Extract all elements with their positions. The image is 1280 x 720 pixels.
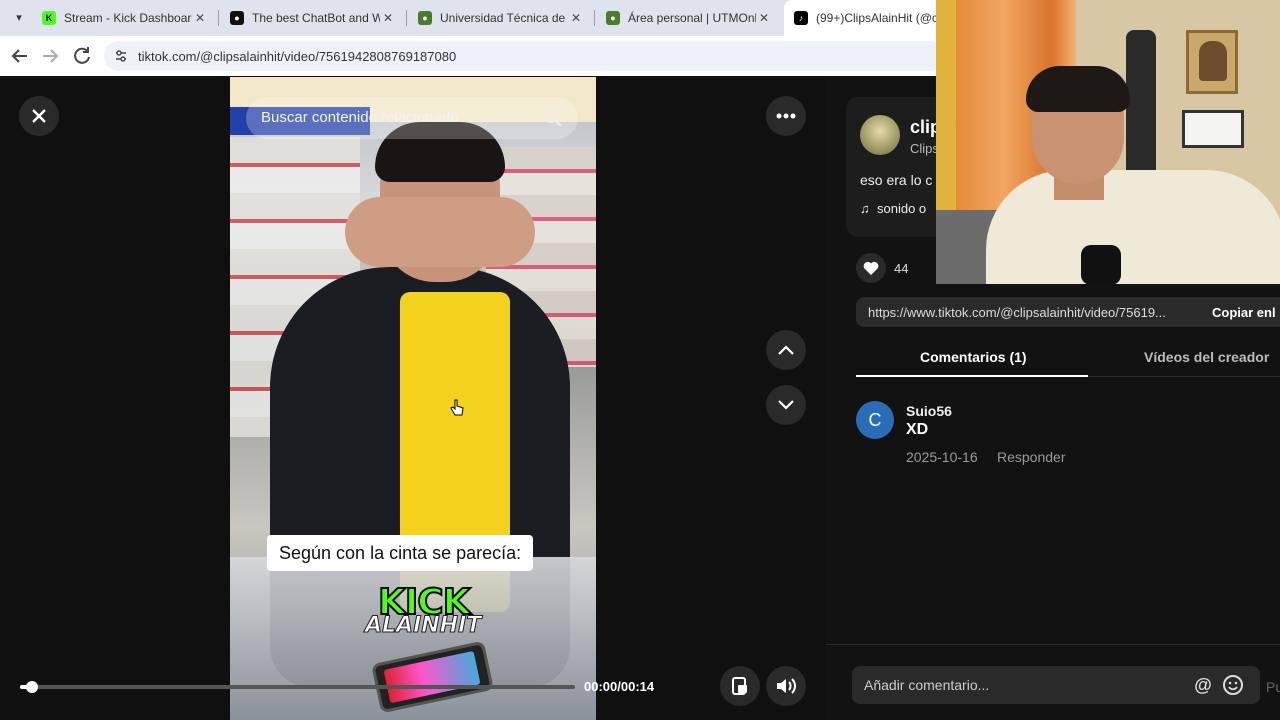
like-count: 44 [894,260,909,276]
tiktok-favicon-icon: ♪ [794,11,808,25]
previous-video-button[interactable] [766,330,806,370]
microphone [1081,245,1121,284]
screen: ▾ K Stream - Kick Dashboard ✕ ● The best Cha… [0,0,1280,720]
tab-separator [218,10,219,26]
share-link-url[interactable]: https://www.tiktok.com/@clipsalainhit/vi… [868,305,1166,320]
comment-placeholder: Añadir comentario... [864,677,990,693]
like-button[interactable] [856,253,886,283]
floating-player-icon [732,677,747,695]
site-info-icon[interactable] [114,49,128,63]
music-note-icon: ♫ [860,201,870,216]
share-link-box: https://www.tiktok.com/@clipsalainhit/vi… [856,297,1280,327]
tab-comments[interactable]: Comentarios (1) [920,349,1027,365]
video-frame[interactable]: Buscar contenido relacionado Según con l… [230,77,596,720]
reload-icon[interactable] [70,44,94,68]
botrix-favicon-icon: ● [230,11,244,25]
tab-separator [594,10,595,26]
progress-handle[interactable] [26,681,38,693]
kick-favicon-icon: K [42,11,56,25]
heart-icon [863,261,879,275]
avatar[interactable] [860,115,900,155]
person-hands [345,197,535,267]
tab-title: The best ChatBot and Wid [252,11,380,25]
close-tab-icon[interactable]: ✕ [568,11,584,25]
close-tab-icon[interactable]: ✕ [756,11,772,25]
speaker-icon [777,678,796,694]
tab-title: (99+)ClipsAlainHit (@c [816,11,938,25]
tab-title: Universidad Técnica de Ma [440,11,568,25]
streamer-shirt [986,170,1280,284]
forward-arrow-icon[interactable] [38,44,62,68]
picture-frame [1186,30,1238,94]
channel-watermark: ALAINHIT [364,613,482,639]
related-search-input[interactable]: Buscar contenido relacionado [246,97,578,139]
panel-tabs: Comentarios (1) Vídeos del creador [856,339,1280,377]
portrait [1199,41,1227,81]
next-video-button[interactable] [766,385,806,425]
mention-icon[interactable]: @ [1192,674,1214,696]
tab-title: Área personal | UTMOnline [628,11,756,25]
emoji-icon[interactable] [1222,674,1244,696]
more-options-button[interactable] [766,96,806,136]
utm-shield-favicon-icon: ● [606,11,620,25]
whiteboard [1182,110,1244,148]
search-placeholder: Buscar contenido relacionado [261,109,459,126]
url-text[interactable]: tiktok.com/@clipsalainhit/video/75619428… [138,49,456,64]
close-tab-icon[interactable]: ✕ [380,11,396,25]
progress-bar[interactable] [20,681,575,693]
sound-link[interactable]: ♫ sonido o [860,201,926,216]
tab-separator [406,10,407,26]
close-icon [32,109,46,123]
sound-label: sonido o [876,201,927,216]
streamer-hair [1026,66,1130,112]
commenter-avatar[interactable]: C [856,401,894,439]
comment-text: XD [906,421,929,438]
phone-screen [383,650,481,704]
close-button[interactable] [19,96,59,136]
chevron-down-icon [778,400,794,410]
hand-cursor-icon [450,399,464,416]
time-readout: 00:00/00:14 [584,679,655,694]
comment-input[interactable]: Añadir comentario... @ [852,666,1260,704]
close-tab-icon[interactable]: ✕ [192,11,208,25]
creator-nickname: Clips [910,141,939,156]
like-row: 44 [856,253,908,283]
tab-search-icon[interactable]: ▾ [8,7,30,29]
more-icon [776,113,796,119]
browser-tab[interactable]: ● Área personal | UTMOnline✕ [596,0,782,36]
video-player: Buscar contenido relacionado Según con l… [0,77,826,720]
tab-title: Stream - Kick Dashboard [64,11,192,25]
browser-tab[interactable]: K Stream - Kick Dashboard ✕ [32,0,218,36]
video-caption: Según con la cinta se parecía: [267,535,534,571]
commenter-username[interactable]: Suio56 [906,403,952,419]
volume-button[interactable] [766,666,806,706]
webcam-overlay [936,0,1280,284]
reply-button[interactable]: Responder [997,449,1066,465]
copy-link-button[interactable]: Copiar enl [1212,305,1276,320]
video-description: eso era lo c [860,172,933,188]
address-bar[interactable]: tiktok.com/@clipsalainhit/video/75619428… [104,41,944,71]
hanging-jacket [1126,30,1156,190]
divider [826,644,1280,645]
chevron-up-icon [778,345,794,355]
active-tab-indicator [856,375,1088,377]
browser-tab[interactable]: ● Universidad Técnica de Ma✕ [408,0,594,36]
search-icon[interactable] [542,107,564,129]
mini-player-button[interactable] [720,666,760,706]
back-arrow-icon[interactable] [8,44,32,68]
comment-date: 2025-10-16 [906,449,978,465]
post-button[interactable]: Pu [1266,679,1280,695]
browser-tab[interactable]: ● The best ChatBot and Wid ✕ [220,0,406,36]
tab-creator-videos[interactable]: Vídeos del creador [1144,349,1269,365]
utm-shield-favicon-icon: ● [418,11,432,25]
